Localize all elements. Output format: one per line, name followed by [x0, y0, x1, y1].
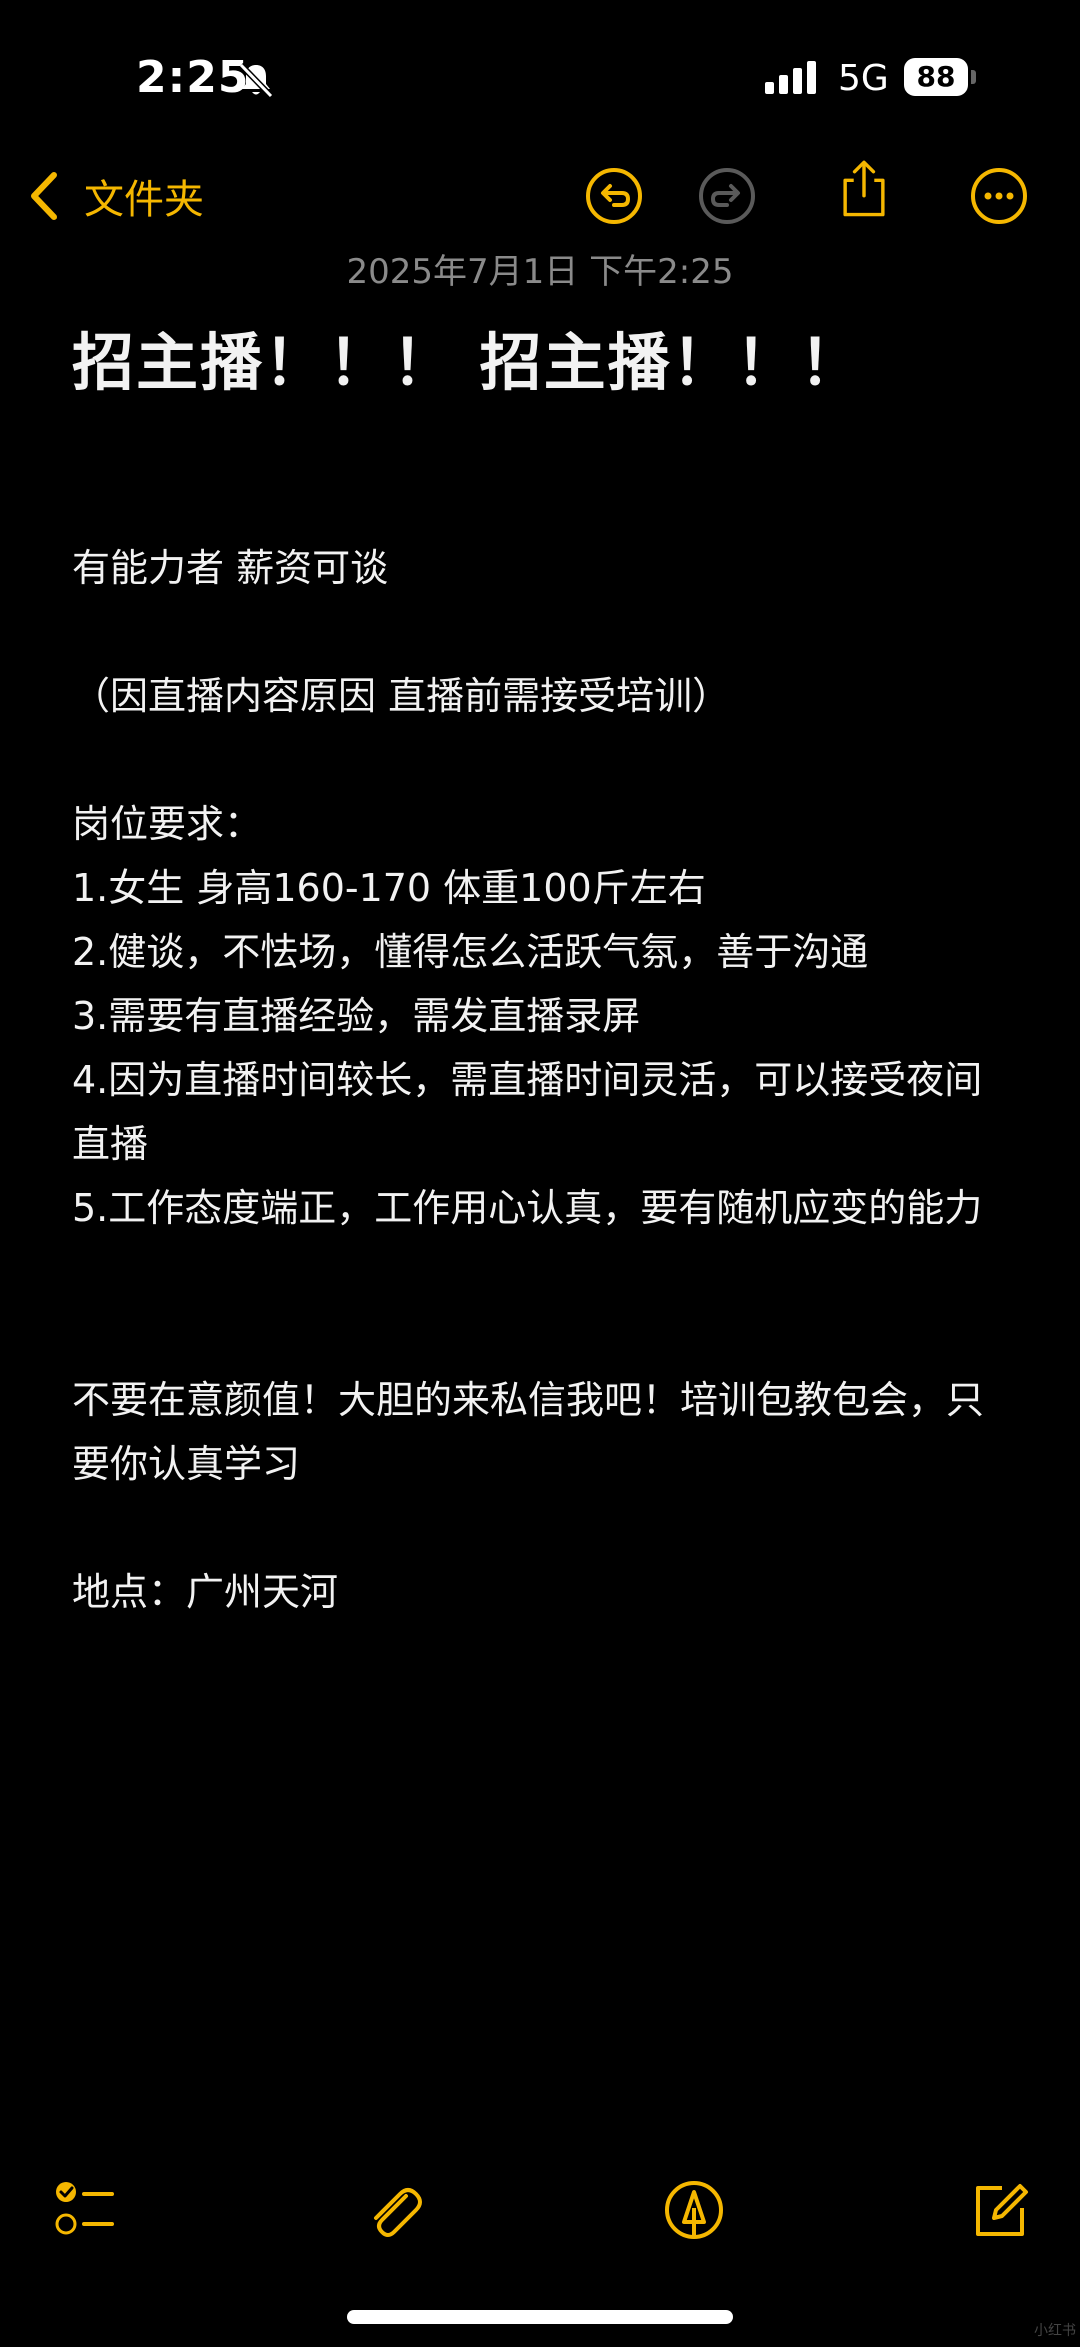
- network-type: 5G: [838, 58, 889, 99]
- back-button[interactable]: 文件夹: [28, 166, 204, 226]
- note-line: 地点：广州天河: [72, 1570, 339, 1614]
- note-line: 岗位要求：: [72, 802, 263, 846]
- note-line: 5.工作态度端正，工作用心认真，要有随机应变的能力: [72, 1186, 983, 1230]
- note-line: 3.需要有直播经验，需发直播录屏: [72, 994, 641, 1038]
- home-indicator[interactable]: [347, 2310, 733, 2324]
- watermark: 小红书: [1034, 2323, 1076, 2339]
- note-date: 2025年7月1日 下午2:25: [346, 252, 734, 292]
- compose-icon[interactable]: [968, 2178, 1032, 2242]
- more-icon[interactable]: [969, 166, 1029, 226]
- chevron-left-icon: [31, 172, 57, 220]
- nav-bar: 文件夹: [0, 150, 1080, 240]
- note-line: 4.因为直播时间较长，需直播时间灵活，可以接受夜间直播: [72, 1058, 983, 1166]
- paperclip-icon[interactable]: [362, 2178, 426, 2242]
- notes-screen: 2:25 5G 88 文件夹 2025年7月1日 下午2:25 招主播！！！ 招…: [0, 0, 1080, 2347]
- note-line: 2.健谈，不怯场，懂得怎么活跃气氛，善于沟通: [72, 930, 869, 974]
- back-label: 文件夹: [84, 177, 204, 223]
- note-line: 有能力者 薪资可谈: [72, 546, 389, 590]
- note-body[interactable]: 有能力者 薪资可谈 （因直播内容原因 直播前需接受培训） 岗位要求： 1.女生 …: [72, 536, 1012, 1624]
- note-line: 不要在意颜值！大胆的来私信我吧！培训包教包会，只要你认真学习: [72, 1378, 985, 1486]
- undo-icon[interactable]: [584, 166, 644, 226]
- note-line: 1.女生 身高160-170 体重100斤左右: [72, 866, 706, 910]
- battery-indicator: 88: [904, 58, 976, 96]
- battery-level: 88: [904, 58, 968, 96]
- share-icon[interactable]: [834, 158, 894, 218]
- checklist-icon[interactable]: [52, 2178, 116, 2242]
- markup-pen-icon[interactable]: [662, 2178, 726, 2242]
- status-bar: 2:25 5G 88: [0, 0, 1080, 150]
- status-time: 2:25: [136, 52, 250, 103]
- cellular-signal-icon: [765, 61, 816, 94]
- redo-icon[interactable]: [697, 166, 757, 226]
- note-title[interactable]: 招主播！！！ 招主播！！！: [72, 312, 864, 402]
- bell-muted-icon: [238, 62, 274, 99]
- battery-tip: [971, 70, 976, 84]
- note-line: （因直播内容原因 直播前需接受培训）: [72, 674, 731, 718]
